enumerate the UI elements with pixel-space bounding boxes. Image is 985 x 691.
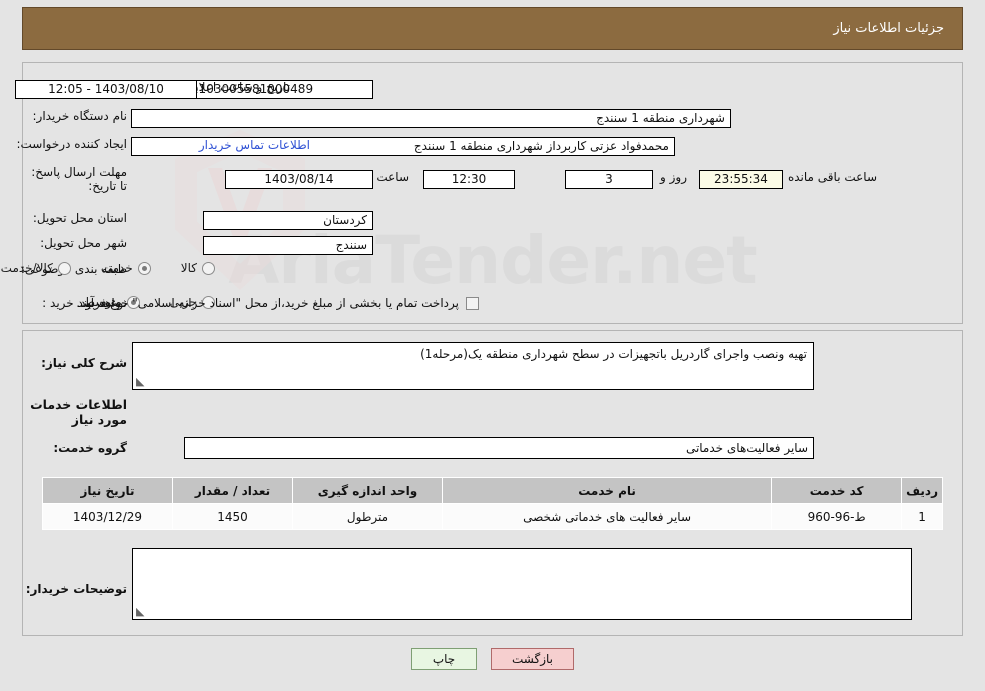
deadline-label: مهلت ارسال پاسخ: تا تاریخ: xyxy=(31,165,127,193)
remaining-clock-field: 23:55:34 xyxy=(699,170,783,189)
province-label: استان محل تحویل: xyxy=(32,211,127,225)
table-body: 1 ط-96-960 سایر فعالیت های خدماتی شخصی مترط… xyxy=(42,503,943,530)
resize-grip-icon[interactable]: ◢ xyxy=(136,375,146,388)
deadline-hour-label: ساعت xyxy=(376,170,409,184)
table-cell-need_date: 1403/12/29 xyxy=(42,503,173,530)
table-cell-service_code: ط-96-960 xyxy=(771,503,903,530)
category-radio-0[interactable] xyxy=(202,261,215,275)
category-option-2[interactable]: کالا/خدمت xyxy=(1,261,71,275)
buyer-org-label-wrap: نام دستگاه خریدار: xyxy=(33,109,128,123)
province-label-wrap: استان محل تحویل: xyxy=(33,211,127,225)
deadline-time-field[interactable]: 12:30 xyxy=(423,170,515,189)
description-label-wrap: شرح کلی نیاز: xyxy=(41,356,127,370)
services-section-title: اطلاعات خدمات مورد نیاز xyxy=(30,397,127,427)
treasury-checkbox-label: پرداخت تمام یا بخشی از مبلغ خرید،از محل … xyxy=(76,296,459,310)
city-field[interactable]: سنندج xyxy=(203,236,373,255)
requester-label: ایجاد کننده درخواست: xyxy=(16,137,127,151)
table-cell-service_name: سایر فعالیت های خدماتی شخصی xyxy=(441,503,773,530)
category-option-1[interactable]: خدمت xyxy=(101,261,151,275)
remaining-clock-wrap: 23:55:34 xyxy=(699,170,783,189)
buyer-contact-link-wrap: اطلاعات تماس خریدار xyxy=(199,138,310,152)
page-title: جزئیات اطلاعات نیاز xyxy=(833,21,944,36)
deadline-date-wrap: 1403/08/14 xyxy=(225,170,373,189)
description-text: تهیه ونصب واجرای گاردریل باتجهیزات در سط… xyxy=(420,347,807,361)
top-info-panel xyxy=(22,62,963,324)
deadline-date-field[interactable]: 1403/08/14 xyxy=(225,170,373,189)
buyer-org-field[interactable]: شهرداری منطقه 1 سنندج xyxy=(131,109,731,128)
city-label-wrap: شهر محل تحویل: xyxy=(40,236,127,250)
category-radio-label-1: خدمت xyxy=(100,261,133,275)
table-row: 1 ط-96-960 سایر فعالیت های خدماتی شخصی مترط… xyxy=(42,503,943,530)
table-cell-row_no: 1 xyxy=(901,503,943,530)
buyer-notes-textarea[interactable]: ◢ xyxy=(132,548,912,620)
services-table: ردیف کد خدمت نام خدمت واحد اندازه گیری تعداد… xyxy=(42,477,943,530)
buyer-notes-label-wrap: توضیحات خریدار: xyxy=(26,582,127,596)
remaining-suffix-wrap: ساعت باقی مانده xyxy=(782,170,883,184)
treasury-checkbox-row[interactable]: پرداخت تمام یا بخشی از مبلغ خرید،از محل … xyxy=(76,296,479,310)
table-cell-quantity: 1450 xyxy=(172,503,293,530)
announce-field[interactable]: 1403/08/10 - 12:05 xyxy=(15,80,197,99)
table-cell-unit: مترطول xyxy=(292,503,443,530)
footer-button-bar: بازگشت چاپ xyxy=(0,648,985,670)
deadline-label-wrap: مهلت ارسال پاسخ: تا تاریخ: xyxy=(23,165,127,193)
table-header-row: ردیف کد خدمت نام خدمت واحد اندازه گیری تعداد… xyxy=(42,477,943,504)
category-radio-group: کالا خدمت کالا/خدمت xyxy=(0,261,215,275)
province-field[interactable]: کردستان xyxy=(203,211,373,230)
page-root: AriaTender.net جزئیات اطلاعات نیاز شماره… xyxy=(0,0,985,691)
table-column-header-1: کد خدمت xyxy=(771,477,903,504)
remaining-suffix-label: ساعت باقی مانده xyxy=(787,170,877,184)
province-field-wrap: کردستان xyxy=(203,211,373,230)
service-group-field[interactable]: سایر فعالیت‌های خدماتی xyxy=(184,437,814,459)
back-button[interactable]: بازگشت xyxy=(491,648,574,670)
buyer-org-field-wrap: شهرداری منطقه 1 سنندج xyxy=(131,109,731,128)
table-column-header-4: تعداد / مقدار xyxy=(172,477,293,504)
remaining-days-field[interactable]: 3 xyxy=(565,170,653,189)
services-table-wrap: ردیف کد خدمت نام خدمت واحد اندازه گیری تعداد… xyxy=(42,477,943,530)
description-textarea[interactable]: تهیه ونصب واجرای گاردریل باتجهیزات در سط… xyxy=(132,342,814,390)
page-header: جزئیات اطلاعات نیاز xyxy=(22,7,963,50)
category-radio-label-0: کالا xyxy=(180,261,197,275)
days-and-label: روز و xyxy=(660,170,687,184)
table-column-header-5: تاریخ نیاز xyxy=(42,477,173,504)
category-option-0[interactable]: کالا xyxy=(181,261,215,275)
resize-grip-icon-notes[interactable]: ◢ xyxy=(136,605,146,618)
table-column-header-3: واحد اندازه گیری xyxy=(292,477,443,504)
print-button[interactable]: چاپ xyxy=(411,648,477,670)
category-radio-2[interactable] xyxy=(57,261,71,275)
buyer-org-label: نام دستگاه خریدار: xyxy=(32,109,128,123)
service-group-label-wrap: گروه خدمت: xyxy=(53,441,127,455)
category-radio-1[interactable] xyxy=(137,261,151,275)
announce-field-wrap: 1403/08/10 - 12:05 xyxy=(15,80,197,99)
days-and-label-wrap: روز و xyxy=(654,170,693,184)
requester-label-wrap: ایجاد کننده درخواست: xyxy=(16,137,127,151)
deadline-time-wrap: 12:30 xyxy=(423,170,515,189)
buyer-contact-link[interactable]: اطلاعات تماس خریدار xyxy=(199,138,310,152)
description-label: شرح کلی نیاز: xyxy=(41,356,127,370)
buyer-notes-label: توضیحات خریدار: xyxy=(25,582,127,596)
treasury-checkbox[interactable] xyxy=(466,296,479,310)
city-label: شهر محل تحویل: xyxy=(40,236,127,250)
service-group-label: گروه خدمت: xyxy=(53,441,127,455)
city-field-wrap: سنندج xyxy=(203,236,373,255)
table-column-header-0: ردیف xyxy=(901,477,943,504)
category-radio-label-2: کالا/خدمت xyxy=(0,261,53,275)
deadline-hour-label-wrap: ساعت xyxy=(370,170,415,184)
remaining-days-wrap: 3 xyxy=(565,170,653,189)
service-group-field-wrap: سایر فعالیت‌های خدماتی xyxy=(184,437,814,459)
table-column-header-2: نام خدمت xyxy=(441,477,773,504)
